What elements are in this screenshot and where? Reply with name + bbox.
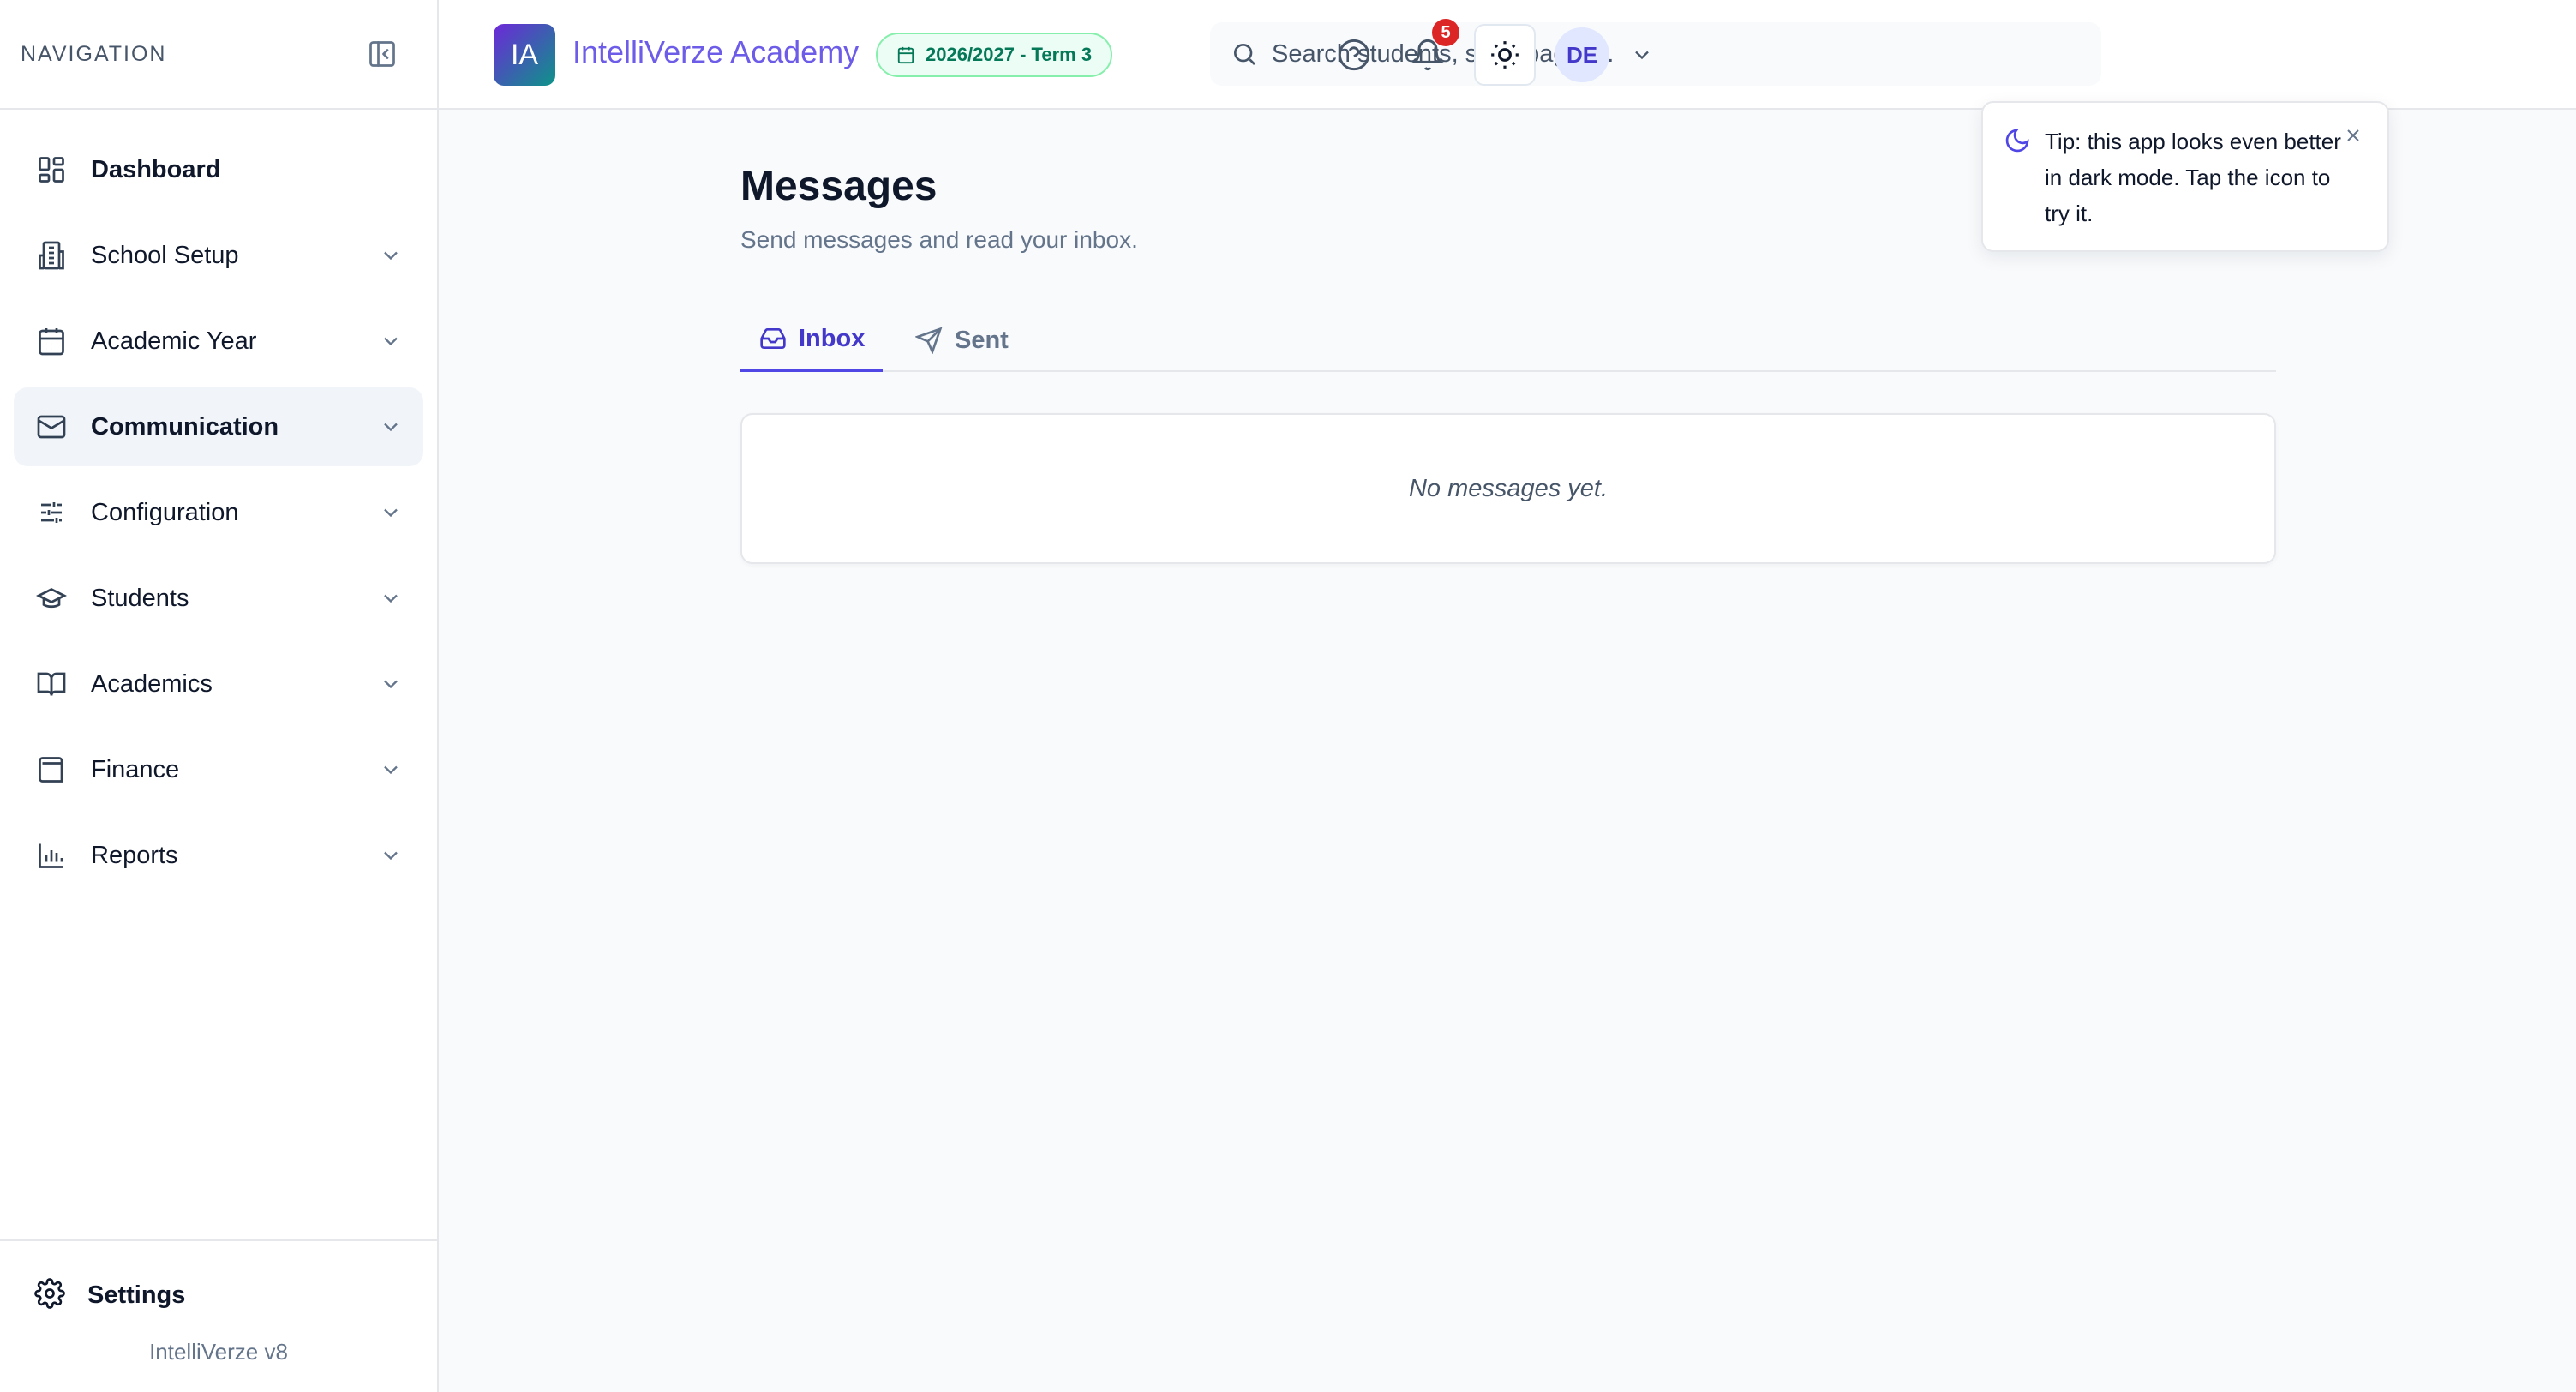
sidebar-item-label: Students [91,584,189,612]
sidebar-item-academics[interactable]: Academics [14,645,423,723]
sidebar-item-label: School Setup [91,241,239,269]
sliders-icon [34,495,69,530]
calendar-icon [34,324,69,358]
term-label: 2026/2027 - Term 3 [926,44,1093,65]
search-input[interactable] [1272,39,2043,69]
page-title: Messages [740,164,938,209]
chevron-down-icon [379,586,403,610]
chevron-down-icon [379,415,403,439]
dashboard-icon [34,153,69,187]
version-text: IntelliVerze v8 [149,1339,288,1365]
sidebar-item-label: Reports [91,841,178,869]
sun-icon [1491,41,1519,69]
page-subtitle: Send messages and read your inbox. [740,226,1138,253]
sidebar-item-reports[interactable]: Reports [14,816,423,895]
theme-toggle-button[interactable] [1474,24,1536,86]
help-icon[interactable] [1327,27,1381,82]
collapse-sidebar-icon[interactable] [362,33,403,75]
sidebar-nav: Dashboard School Setup Academic Year Com… [0,110,437,895]
sidebar-item-students[interactable]: Students [14,559,423,638]
message-tabs: Inbox Sent [740,309,2276,372]
chevron-down-icon [379,501,403,525]
chevron-down-icon [379,758,403,782]
sidebar-title: NAVIGATION [21,41,167,66]
top-header: IA IntelliVerze Academy 2026/2027 - Term… [439,0,2576,110]
sidebar-item-label: Dashboard [91,155,221,183]
building-icon [34,238,69,273]
empty-state-text: No messages yet. [1408,474,1609,502]
sidebar-item-dashboard[interactable]: Dashboard [14,130,423,209]
graduation-cap-icon [34,581,69,615]
mail-icon [34,410,69,444]
sidebar-item-settings[interactable]: Settings [0,1257,437,1334]
sidebar-item-communication[interactable]: Communication [14,387,423,466]
sidebar-item-label: Finance [91,755,180,783]
wallet-icon [34,753,69,787]
avatar[interactable]: DE [1555,27,1609,82]
sidebar-item-finance[interactable]: Finance [14,730,423,809]
chevron-down-icon[interactable] [1630,43,1654,67]
sidebar-item-label: Communication [91,412,279,441]
tab-sent[interactable]: Sent [915,309,1009,372]
tip-text: Tip: this app looks even better in dark … [2045,129,2341,226]
bar-chart-icon [34,838,69,873]
close-icon[interactable] [2338,120,2369,151]
chevron-down-icon [379,672,403,696]
sidebar-header: NAVIGATION [0,0,437,110]
messages-list: No messages yet. [740,413,2276,564]
tab-label: Inbox [799,324,866,352]
sidebar-item-label: Academic Year [91,327,257,355]
chevron-down-icon [379,843,403,867]
sidebar: NAVIGATION Dashboard School Setup Academ… [0,0,439,1392]
search-icon [1234,44,1255,65]
gear-icon [34,1277,65,1313]
send-icon [915,327,943,354]
moon-icon [2004,127,2034,158]
sidebar-item-configuration[interactable]: Configuration [14,473,423,552]
sidebar-item-label: Configuration [91,498,239,526]
calendar-icon [897,46,914,64]
tab-inbox[interactable]: Inbox [740,309,883,372]
sidebar-item-academic-year[interactable]: Academic Year [14,302,423,381]
sidebar-footer: Settings IntelliVerze v8 [0,1239,437,1392]
tab-label: Sent [955,326,1009,354]
chevron-down-icon [379,329,403,353]
sidebar-item-label: Academics [91,669,213,698]
app-logo[interactable]: IA [494,24,555,86]
sidebar-item-school-setup[interactable]: School Setup [14,216,423,295]
settings-label: Settings [87,1281,186,1309]
chevron-down-icon [379,243,403,267]
term-badge[interactable]: 2026/2027 - Term 3 [876,33,1113,77]
notification-badge: 5 [1432,19,1459,46]
inbox-icon [760,328,786,349]
book-icon [34,667,69,701]
app-name[interactable]: IntelliVerze Academy [572,34,859,70]
dark-mode-tip: Tip: this app looks even better in dark … [1981,101,2389,252]
